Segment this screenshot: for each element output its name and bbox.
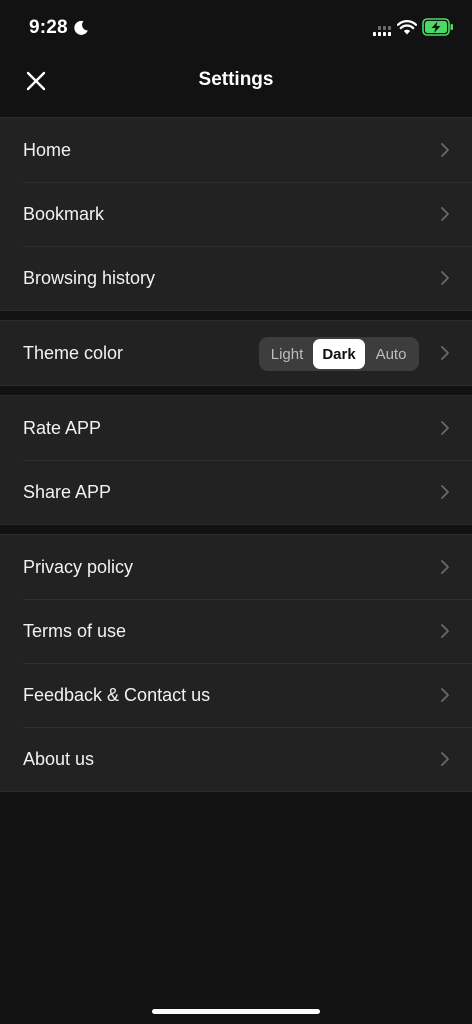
chevron-right-icon [441,624,449,638]
settings-item-bookmark[interactable]: Bookmark [0,182,472,246]
chevron-right-icon [441,752,449,766]
status-bar: 9:28 [0,0,472,56]
chevron-right-icon [441,271,449,285]
nav-bar: Settings [0,56,472,106]
settings-group-navigation: Home Bookmark Browsing history [0,117,472,311]
chevron-right-icon [441,143,449,157]
settings-item-label: Browsing history [23,267,156,288]
settings-item-label: Terms of use [23,620,127,641]
theme-segmented-control: Light Dark Auto [259,337,419,371]
settings-item-label: Home [23,139,72,160]
settings-item-share-app[interactable]: Share APP [0,460,472,524]
settings-group-app: Rate APP Share APP [0,395,472,525]
settings-item-terms-of-use[interactable]: Terms of use [0,599,472,663]
settings-item-label: Share APP [23,481,112,502]
settings-item-label: Bookmark [23,203,105,224]
battery-charging-icon [422,18,453,36]
settings-item-label: Theme color [23,342,124,363]
page-title: Settings [198,69,274,90]
moon-icon [74,20,88,35]
chevron-right-icon [441,688,449,702]
status-time: 9:28 [29,17,68,38]
settings-item-about-us[interactable]: About us [0,727,472,791]
chevron-right-icon [441,560,449,574]
settings-group-info: Privacy policy Terms of use Feedback & C… [0,534,472,792]
settings-item-browsing-history[interactable]: Browsing history [0,246,472,310]
signal-icon [373,26,391,36]
chevron-right-icon [441,421,449,435]
settings-item-label: Feedback & Contact us [23,684,211,705]
settings-item-home[interactable]: Home [0,118,472,182]
settings-item-rate-app[interactable]: Rate APP [0,396,472,460]
settings-item-label: Rate APP [23,417,102,438]
chevron-right-icon [441,346,449,360]
settings-item-label: About us [23,748,95,769]
chevron-right-icon [441,207,449,221]
wifi-icon [397,20,417,35]
chevron-right-icon [441,485,449,499]
settings-item-label: Privacy policy [23,556,134,577]
settings-item-privacy-policy[interactable]: Privacy policy [0,535,472,599]
home-indicator[interactable] [152,1009,320,1014]
settings-item-feedback-contact[interactable]: Feedback & Contact us [0,663,472,727]
settings-group-theme: Theme color Light Dark Auto [0,320,472,386]
settings-item-theme-color[interactable]: Theme color Light Dark Auto [0,321,472,385]
theme-option-dark[interactable]: Dark [313,339,365,369]
theme-option-light[interactable]: Light [261,339,313,369]
theme-option-auto[interactable]: Auto [365,339,417,369]
